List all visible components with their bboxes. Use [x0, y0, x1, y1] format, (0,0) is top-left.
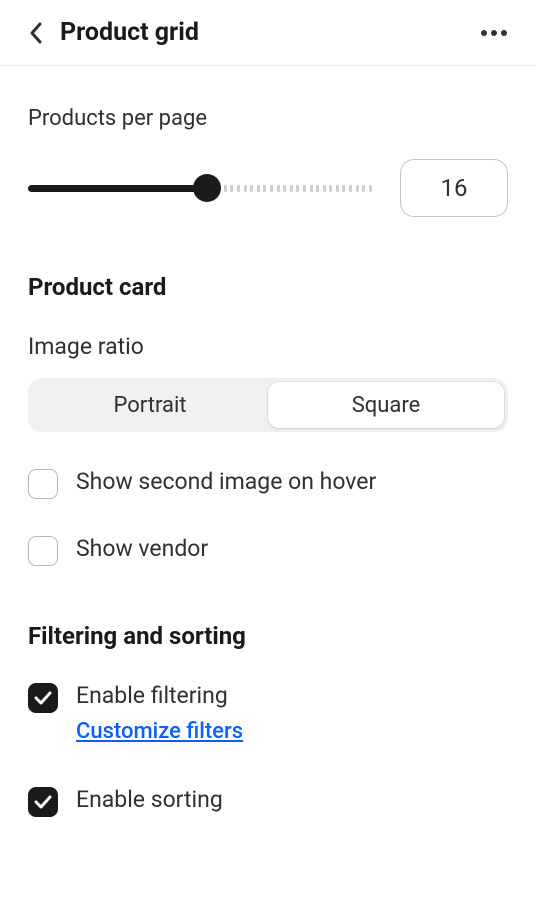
enable-sorting-checkbox[interactable]: [28, 787, 58, 817]
image-ratio-label: Image ratio: [28, 333, 508, 360]
enable-sorting-label: Enable sorting: [76, 786, 223, 813]
show-second-image-label: Show second image on hover: [76, 468, 376, 495]
show-vendor-row: Show vendor: [28, 535, 508, 566]
more-icon[interactable]: [476, 25, 512, 41]
products-per-page-label: Products per page: [28, 106, 508, 131]
filtering-sorting-section: Filtering and sorting Enable filtering C…: [28, 566, 508, 817]
product-card-heading: Product card: [28, 273, 508, 301]
image-ratio-segmented: Portrait Square: [28, 378, 508, 432]
segment-square[interactable]: Square: [268, 382, 504, 428]
enable-sorting-row: Enable sorting: [28, 786, 508, 817]
header-left: Product grid: [24, 18, 199, 47]
enable-filtering-checkbox[interactable]: [28, 683, 58, 713]
products-per-page-row: 16: [28, 159, 508, 217]
show-second-image-row: Show second image on hover: [28, 468, 508, 499]
segment-portrait[interactable]: Portrait: [32, 382, 268, 428]
products-per-page-slider[interactable]: [28, 177, 372, 199]
enable-filtering-row: Enable filtering Customize filters: [28, 682, 508, 744]
products-per-page-section: Products per page 16: [28, 66, 508, 217]
back-icon[interactable]: [24, 21, 48, 45]
products-per-page-value[interactable]: 16: [400, 159, 508, 217]
customize-filters-link[interactable]: Customize filters: [76, 719, 243, 744]
show-vendor-label: Show vendor: [76, 535, 208, 562]
product-card-section: Product card Image ratio Portrait Square…: [28, 217, 508, 566]
slider-thumb[interactable]: [193, 174, 221, 202]
filtering-sorting-heading: Filtering and sorting: [28, 622, 508, 650]
enable-filtering-label: Enable filtering: [76, 682, 243, 709]
panel-header: Product grid: [0, 0, 536, 66]
show-second-image-checkbox[interactable]: [28, 469, 58, 499]
show-vendor-checkbox[interactable]: [28, 536, 58, 566]
page-title: Product grid: [60, 18, 199, 47]
